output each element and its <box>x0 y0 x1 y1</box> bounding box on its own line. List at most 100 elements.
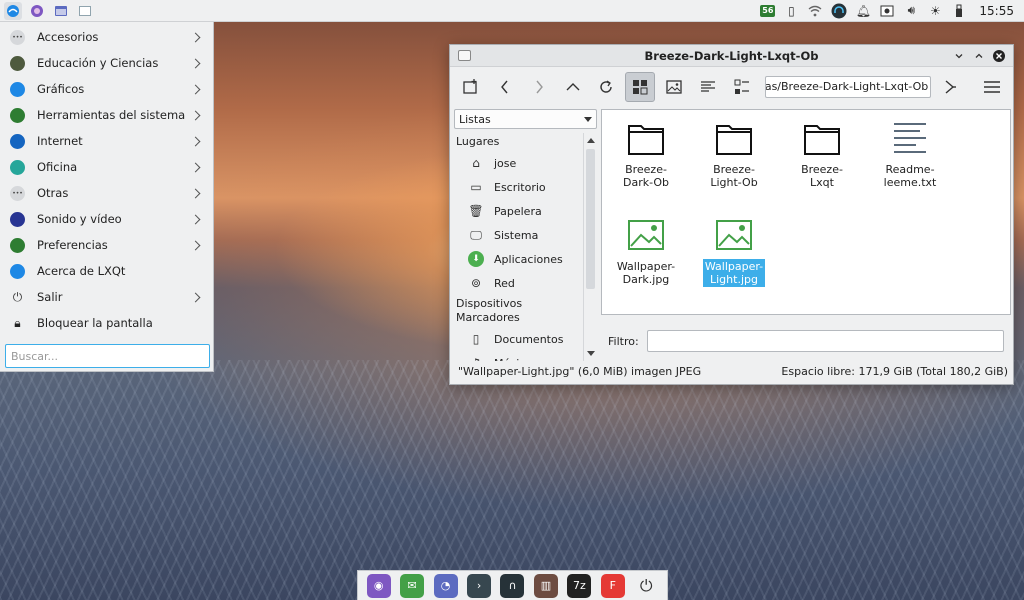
preferences-icon <box>10 237 25 253</box>
browser-launcher[interactable] <box>28 2 46 20</box>
place-item[interactable]: 🖵 Sistema <box>454 223 597 247</box>
system-tools-icon <box>10 107 25 123</box>
scroll-down-icon[interactable] <box>587 351 595 356</box>
icon-view-icon <box>633 80 648 95</box>
menu-item-label: Oficina <box>37 160 78 174</box>
chevron-left-icon <box>500 80 508 94</box>
close-icon <box>996 52 1002 59</box>
scroll-thumb[interactable] <box>586 149 595 289</box>
file-name: Wallpaper- Dark.jpg <box>616 260 676 286</box>
menu-item-accessories[interactable]: ••• Accesorios <box>0 24 213 50</box>
bookmarks-list: ▯ Documentos ♫ Música <box>454 327 597 361</box>
place-item[interactable]: ♫ Música <box>454 351 597 361</box>
sd-card-icon[interactable]: ▯ <box>783 3 799 19</box>
menu-item-science[interactable]: Educación y Ciencias <box>0 50 213 76</box>
dock-archive-launcher[interactable]: 7z <box>567 573 592 598</box>
forward-button[interactable] <box>524 72 554 102</box>
headphones-tray-icon[interactable] <box>831 3 847 19</box>
folder-icon: ▯ <box>472 332 480 346</box>
new-tab-button[interactable] <box>456 72 486 102</box>
chevron-right-icon <box>190 110 201 120</box>
screenshot-icon[interactable] <box>879 3 895 19</box>
dock-browser-launcher[interactable]: ◉ <box>366 573 391 598</box>
menu-item-system-tools[interactable]: Herramientas del sistema <box>0 102 213 128</box>
places-scrollbar[interactable] <box>583 133 597 361</box>
menu-item-preferences[interactable]: Preferencias <box>0 232 213 258</box>
detail-view-button[interactable] <box>727 72 757 102</box>
menu-search-input[interactable] <box>5 344 210 368</box>
multimedia-icon <box>10 211 25 227</box>
file-item[interactable]: Wallpaper- Dark.jpg <box>606 209 686 287</box>
file-item[interactable]: Breeze- Lxqt <box>782 112 862 190</box>
location-bar[interactable]: as/Breeze-Dark-Light-Lxqt-Ob <box>764 76 932 98</box>
window-controls <box>953 49 1013 62</box>
dock-mail-launcher[interactable]: ✉ <box>400 573 425 598</box>
menu-item-power[interactable]: ⏻ Salir <box>0 284 213 310</box>
minimize-button[interactable] <box>953 50 965 62</box>
menu-item-multimedia[interactable]: Sonido y vídeo <box>0 206 213 232</box>
place-item[interactable]: 🗑︎ Papelera <box>454 199 597 223</box>
detail-view-icon <box>734 79 749 94</box>
scroll-up-icon[interactable] <box>587 138 595 143</box>
clock[interactable]: 15:55 <box>979 4 1014 18</box>
dock-terminal-launcher[interactable]: › <box>467 573 492 598</box>
place-item[interactable]: ▯ Documentos <box>454 327 597 351</box>
main-menu-button[interactable] <box>977 72 1007 102</box>
icon-view-button[interactable] <box>625 72 656 102</box>
menu-item-label: Herramientas del sistema <box>37 108 186 122</box>
dock-power-launcher[interactable]: ⏻ <box>634 574 658 598</box>
places-header[interactable]: Lugares <box>454 133 597 151</box>
place-item[interactable]: ▭ Escritorio <box>454 175 597 199</box>
thumbnail-view-button[interactable] <box>659 72 689 102</box>
menu-item-graphics[interactable]: Gráficos <box>0 76 213 102</box>
file-name: Breeze- Light-Ob <box>710 163 758 189</box>
file-manager-launcher[interactable] <box>76 2 94 20</box>
maximize-button[interactable] <box>973 50 985 62</box>
file-manager-icon <box>79 5 91 16</box>
editor-icon: F <box>609 579 616 592</box>
place-item[interactable]: ⊚ Red <box>454 271 597 295</box>
file-name: Readme-leeme.txt <box>883 163 937 189</box>
close-button[interactable] <box>993 49 1005 62</box>
window-titlebar[interactable]: Breeze-Dark-Light-Lxqt-Ob <box>450 45 1013 67</box>
places-list: ⌂ jose ▭ Escritorio 🗑︎ Papelera 🖵 Sistema ⬇ Aplic… <box>454 151 597 295</box>
place-item[interactable]: ⌂ jose <box>454 151 597 175</box>
dock-headphones-launcher[interactable]: ∩ <box>500 573 525 598</box>
go-button[interactable] <box>935 72 965 102</box>
usb-drive-icon[interactable] <box>951 3 967 19</box>
battery-badge[interactable]: 56 <box>760 4 776 17</box>
up-button[interactable] <box>558 72 588 102</box>
file-item[interactable]: Breeze- Light-Ob <box>694 112 774 190</box>
menu-item-internet[interactable]: Internet <box>0 128 213 154</box>
file-item[interactable]: Breeze- Dark-Ob <box>606 112 686 190</box>
hamburger-menu-icon <box>984 81 1001 93</box>
volume-icon[interactable]: 🔊︎ <box>903 3 919 19</box>
menu-item-label: Sonido y vídeo <box>37 212 122 226</box>
place-item[interactable]: ⬇ Aplicaciones <box>454 247 597 271</box>
brightness-icon[interactable]: ☀︎ <box>927 3 943 19</box>
menu-item-other[interactable]: ••• Otras <box>0 180 213 206</box>
wifi-icon[interactable] <box>807 3 823 19</box>
lxqt-menu-button[interactable] <box>4 1 22 20</box>
reload-icon <box>600 80 613 93</box>
power-icon: ⏻ <box>12 289 23 304</box>
side-pane-mode-select[interactable]: Listas <box>454 109 597 129</box>
new-tab-icon <box>463 79 477 94</box>
dock-editor-launcher[interactable]: F <box>600 573 625 598</box>
dock-chat-launcher[interactable]: ◔ <box>433 573 458 598</box>
bookmarks-header[interactable]: Marcadores <box>454 309 597 327</box>
back-button[interactable] <box>490 72 520 102</box>
filter-input[interactable] <box>646 330 1004 352</box>
compact-view-button[interactable] <box>693 72 723 102</box>
menu-item-lxqt-about[interactable]: Acerca de LXQt <box>0 258 213 284</box>
menu-item-lock[interactable]: 🔒︎ Bloquear la pantalla <box>0 310 213 336</box>
dock-library-launcher[interactable]: ▥ <box>533 573 558 598</box>
file-item[interactable]: Readme-leeme.txt <box>870 112 950 190</box>
menu-item-office[interactable]: Oficina <box>0 154 213 180</box>
window-launcher[interactable] <box>52 2 70 20</box>
go-arrow-icon <box>945 80 957 94</box>
reload-button[interactable] <box>592 72 622 102</box>
notifications-icon[interactable]: 🔔︎ <box>855 3 871 19</box>
file-item[interactable]: Wallpaper- Light.jpg <box>694 209 774 287</box>
window-icon <box>55 5 67 16</box>
